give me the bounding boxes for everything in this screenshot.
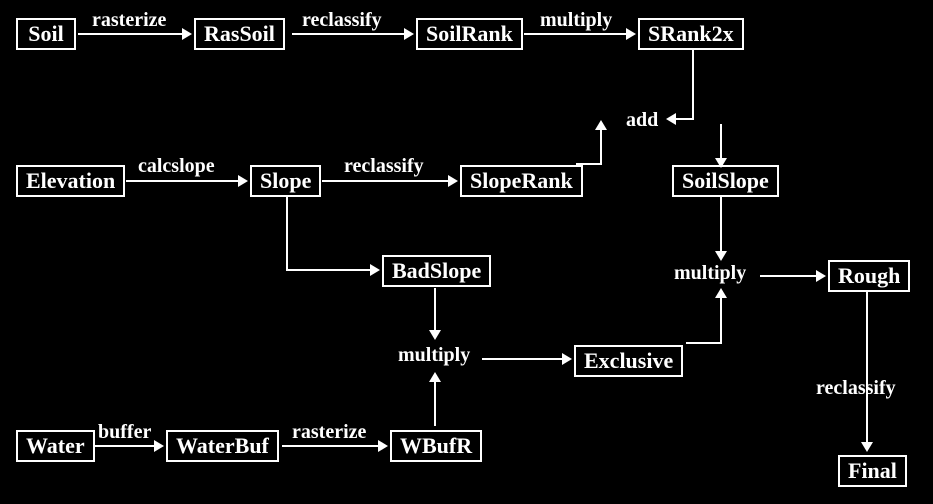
arrowhead-right-icon [562,353,572,365]
arrowhead-down-icon [715,251,727,261]
arrowhead-right-icon [154,440,164,452]
node-soilslope: SoilSlope [672,165,779,197]
node-slope: Slope [250,165,321,197]
arrow-waterbuf-wbufr [282,445,378,447]
arrowhead-right-icon [448,175,458,187]
edge-label-reclassify3: reclassify [816,378,896,398]
node-rough: Rough [828,260,910,292]
arrow-exclusive-right [686,342,722,344]
node-sloperank: SlopeRank [460,165,583,197]
arrow-sloperank-right [576,163,602,165]
arrowhead-right-icon [378,440,388,452]
node-soil: Soil [16,18,76,50]
edge-label-multiply1: multiply [540,10,612,30]
arrow-multiply-exclusive [482,358,562,360]
arrow-badslope-down [434,288,436,332]
edge-label-reclassify1: reclassify [302,10,382,30]
edge-label-add: add [626,110,658,130]
edge-label-reclassify2: reclassify [344,156,424,176]
node-final: Final [838,455,907,487]
edge-label-rasterize1: rasterize [92,10,166,30]
arrow-elev-slope [126,180,238,182]
arrowhead-down-icon [715,158,727,168]
arrowhead-left-icon [666,113,676,125]
edge-label-calcslope: calcslope [138,156,215,176]
arrow-add-soilslope [720,124,722,162]
node-srank2x: SRank2x [638,18,744,50]
arrow-slope-down [286,197,288,269]
gis-flow-diagram: { "nodes": { "soil": { "label": "Soil" }… [0,0,933,504]
edge-label-rasterize2: rasterize [292,422,366,442]
node-badslope: BadSlope [382,255,491,287]
arrowhead-up-icon [429,372,441,382]
edge-label-buffer: buffer [98,422,151,442]
arrowhead-right-icon [182,28,192,40]
arrow-slope-sloperank [322,180,448,182]
arrowhead-right-icon [816,270,826,282]
node-wbufr: WBufR [390,430,482,462]
arrow-soil-rassoil [78,33,182,35]
arrow-srank2x-left [676,118,694,120]
arrowhead-right-icon [370,264,380,276]
arrow-soilslope-down [720,197,722,253]
arrow-soilrank-srank2x [524,33,626,35]
arrow-water-waterbuf [94,445,154,447]
arrowhead-right-icon [404,28,414,40]
arrow-srank2x-down [692,50,694,120]
arrow-rassoil-soilrank [292,33,404,35]
arrow-wbufr-up [434,380,436,426]
arrow-exclusive-up [720,296,722,342]
edge-label-multiply-mid: multiply [398,345,470,365]
arrowhead-right-icon [238,175,248,187]
node-waterbuf: WaterBuf [166,430,279,462]
arrow-slope-badslope [286,269,370,271]
arrow-multiply2-rough [760,275,816,277]
arrowhead-down-icon [861,442,873,452]
node-soilrank: SoilRank [416,18,523,50]
edge-label-multiply2: multiply [674,263,746,283]
node-elevation: Elevation [16,165,125,197]
node-rassoil: RasSoil [194,18,285,50]
arrowhead-up-icon [715,288,727,298]
arrowhead-up-icon [595,120,607,130]
node-exclusive: Exclusive [574,345,683,377]
arrow-sloperank-up [600,128,602,164]
arrowhead-right-icon [626,28,636,40]
node-water: Water [16,430,95,462]
arrowhead-down-icon [429,330,441,340]
arrow-rough-final [866,292,868,442]
